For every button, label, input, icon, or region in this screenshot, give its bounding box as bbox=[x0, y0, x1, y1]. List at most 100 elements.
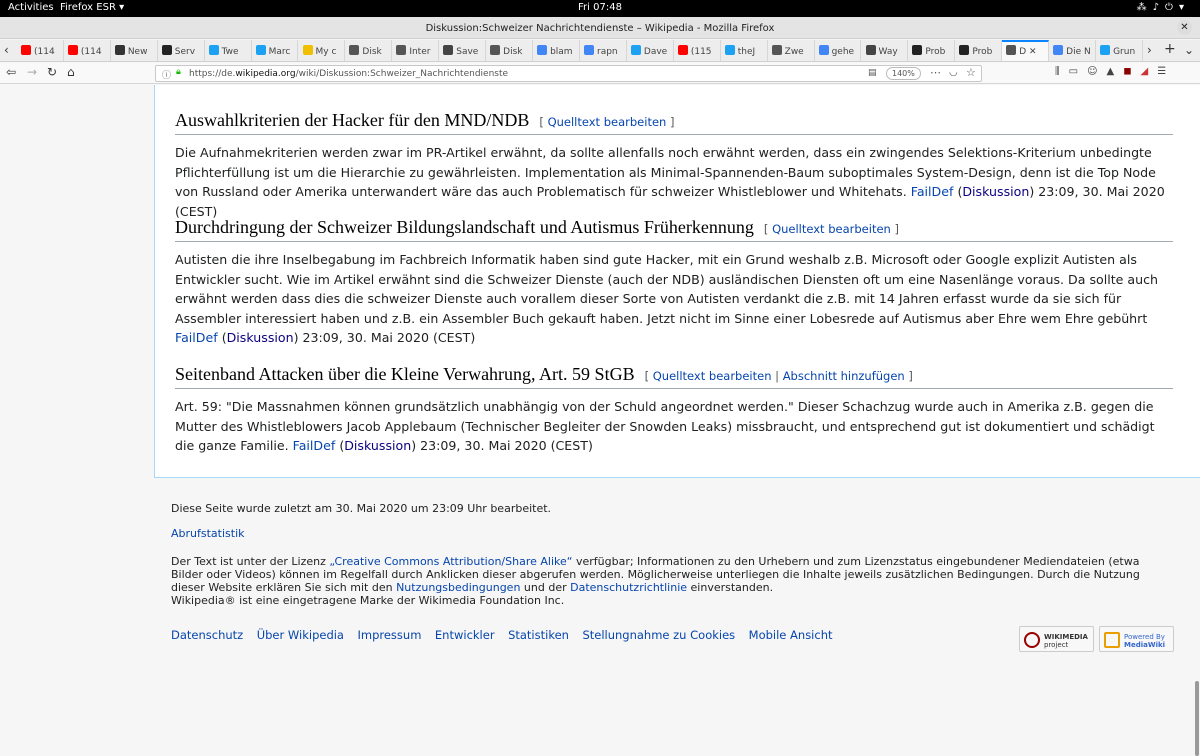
tab-favicon-icon bbox=[1006, 45, 1017, 55]
browser-tab[interactable]: Way bbox=[862, 40, 909, 61]
browser-tab[interactable]: Marc bbox=[252, 40, 299, 61]
tab-scroll-right-button[interactable]: › bbox=[1147, 43, 1152, 57]
page-scrollbar[interactable] bbox=[1195, 681, 1199, 756]
browser-tab[interactable]: Zwe bbox=[768, 40, 815, 61]
privacy-policy-link[interactable]: Datenschutzrichtlinie bbox=[570, 581, 687, 594]
edit-source-link[interactable]: Quelltext bearbeiten bbox=[548, 115, 667, 129]
add-section-link[interactable]: Abschnitt hinzufügen bbox=[783, 369, 905, 383]
bookmark-star-icon[interactable]: ☆ bbox=[966, 66, 976, 79]
footer-link-mobile[interactable]: Mobile Ansicht bbox=[749, 628, 833, 642]
tab-favicon-icon bbox=[67, 45, 78, 55]
plus-icon: + bbox=[1164, 41, 1176, 57]
browser-tab[interactable]: rapn bbox=[580, 40, 627, 61]
browser-tab[interactable]: Dave bbox=[627, 40, 674, 61]
tab-label: Way bbox=[878, 47, 898, 57]
browser-tab[interactable]: Prob bbox=[908, 40, 956, 61]
url-bar[interactable]: ⓘ 🔒︎ https://de.wikipedia.org/wiki/Disku… bbox=[155, 65, 982, 82]
ublock-icon[interactable]: ◼ bbox=[1123, 66, 1131, 77]
edit-source-link[interactable]: Quelltext bearbeiten bbox=[772, 222, 891, 236]
account-icon[interactable]: ☺ bbox=[1087, 66, 1097, 77]
footer-link-developers[interactable]: Entwickler bbox=[435, 628, 495, 642]
new-tab-button[interactable]: + bbox=[1164, 41, 1176, 57]
forward-button[interactable]: → bbox=[27, 65, 37, 79]
footer-link-statistics[interactable]: Statistiken bbox=[508, 628, 569, 642]
tab-scroll-left-button[interactable]: ‹ bbox=[4, 43, 9, 57]
tab-list-button[interactable]: ⌄ bbox=[1184, 43, 1194, 57]
footer-link-privacy[interactable]: Datenschutz bbox=[171, 628, 243, 642]
system-tray[interactable]: ⁂♪⏻▾ bbox=[1137, 2, 1190, 13]
license-link[interactable]: „Creative Commons Attribution/Share Alik… bbox=[329, 555, 572, 568]
menu-icon[interactable]: ☰ bbox=[1157, 66, 1166, 77]
tab-favicon-icon bbox=[21, 45, 31, 55]
reload-button[interactable]: ↻ bbox=[47, 65, 57, 79]
tab-favicon-icon bbox=[396, 45, 407, 55]
edit-source-link[interactable]: Quelltext bearbeiten bbox=[653, 369, 772, 383]
user-link[interactable]: FailDef bbox=[293, 438, 336, 453]
sidebar-icon[interactable]: ▭ bbox=[1069, 66, 1078, 77]
section-heading: Auswahlkriterien der Hacker für den MND/… bbox=[175, 110, 1173, 135]
browser-tab[interactable]: blam bbox=[533, 40, 580, 61]
tab-label: Prob bbox=[972, 47, 993, 57]
section-heading: Durchdringung der Schweizer Bildungsland… bbox=[175, 217, 1173, 242]
mediawiki-logo-icon bbox=[1104, 632, 1120, 648]
browser-tab[interactable]: Serv bbox=[158, 40, 205, 61]
back-button[interactable]: ⇦ bbox=[6, 65, 16, 79]
tab-label: theJ bbox=[737, 47, 756, 57]
terms-link[interactable]: Nutzungsbedingungen bbox=[396, 581, 520, 594]
tab-label: Twe bbox=[221, 47, 239, 57]
browser-tab[interactable]: Inter bbox=[392, 40, 440, 61]
browser-tab[interactable]: (115 bbox=[674, 40, 721, 61]
home-button[interactable]: ⌂ bbox=[67, 65, 75, 79]
tab-favicon-icon bbox=[114, 45, 125, 55]
library-icon[interactable]: ⫼ bbox=[1055, 66, 1060, 77]
wikimedia-project-badge[interactable]: WIKIMEDIA project bbox=[1019, 626, 1094, 652]
footer-last-edit: Diese Seite wurde zuletzt am 30. Mai 202… bbox=[171, 502, 552, 515]
page-actions-icon[interactable]: ⋯ bbox=[930, 66, 941, 79]
browser-tab[interactable]: Disk bbox=[486, 40, 534, 61]
info-icon[interactable]: ⓘ bbox=[162, 68, 171, 81]
browser-tab[interactable]: Grun bbox=[1096, 40, 1143, 61]
user-talk-link[interactable]: Diskussion bbox=[344, 438, 411, 453]
browser-tab[interactable]: theJ bbox=[721, 40, 768, 61]
section-text: Die Aufnahmekriterien werden zwar im PR-… bbox=[175, 145, 1165, 219]
megaphone-icon[interactable]: ◢ bbox=[1141, 66, 1149, 77]
reader-view-icon[interactable]: ▤ bbox=[868, 68, 877, 78]
home-icon: ⌂ bbox=[67, 65, 75, 79]
extension-icon[interactable]: ▲ bbox=[1107, 66, 1115, 77]
section-text: Autisten die ihre Inselbegabung im Fachb… bbox=[175, 252, 1159, 345]
browser-tab[interactable]: Prob bbox=[955, 40, 1003, 61]
window-close-button[interactable]: ✕ bbox=[1177, 20, 1192, 35]
wikimedia-logo-icon bbox=[1024, 632, 1040, 648]
powered-by-mediawiki-badge[interactable]: Powered By MediaWiki bbox=[1099, 626, 1174, 652]
user-link[interactable]: FailDef bbox=[911, 184, 954, 199]
browser-tab[interactable]: Save bbox=[439, 40, 487, 61]
tab-label: gehe bbox=[831, 47, 855, 57]
tab-label: (114 bbox=[80, 47, 102, 57]
browser-tab[interactable]: gehe bbox=[815, 40, 862, 61]
browser-tab[interactable]: D ✕ bbox=[1002, 40, 1050, 61]
browser-tab[interactable]: New bbox=[111, 40, 158, 61]
user-link[interactable]: FailDef bbox=[175, 330, 218, 345]
footer-link-cookies[interactable]: Stellungnahme zu Cookies bbox=[582, 628, 735, 642]
user-talk-link[interactable]: Diskussion bbox=[227, 330, 294, 345]
tab-favicon-icon bbox=[349, 45, 360, 55]
lock-icon[interactable]: 🔒︎ bbox=[176, 67, 181, 77]
browser-tab[interactable]: Disk bbox=[345, 40, 393, 61]
tab-label: (114 bbox=[34, 47, 55, 57]
zoom-level[interactable]: 140% bbox=[886, 67, 921, 80]
browser-tab[interactable]: (114 bbox=[17, 40, 64, 61]
footer-link-imprint[interactable]: Impressum bbox=[357, 628, 421, 642]
browser-tab[interactable]: Twe bbox=[205, 40, 252, 61]
clock[interactable]: Fri 07:48 bbox=[0, 2, 1200, 13]
chevron-down-icon: ▾ bbox=[1178, 2, 1190, 13]
close-tab-icon[interactable]: ✕ bbox=[1026, 47, 1037, 57]
url-text[interactable]: https://de.wikipedia.org/wiki/Diskussion… bbox=[189, 69, 508, 79]
footer-link-about[interactable]: Über Wikipedia bbox=[257, 628, 344, 642]
pocket-icon[interactable]: ◡ bbox=[949, 67, 958, 78]
page-stats-link[interactable]: Abrufstatistik bbox=[171, 527, 245, 540]
browser-tab[interactable]: Die N bbox=[1049, 40, 1097, 61]
tab-label: Inter bbox=[409, 47, 431, 57]
user-talk-link[interactable]: Diskussion bbox=[962, 184, 1029, 199]
browser-tab[interactable]: (114 bbox=[64, 40, 111, 61]
browser-tab[interactable]: My c bbox=[299, 40, 346, 61]
